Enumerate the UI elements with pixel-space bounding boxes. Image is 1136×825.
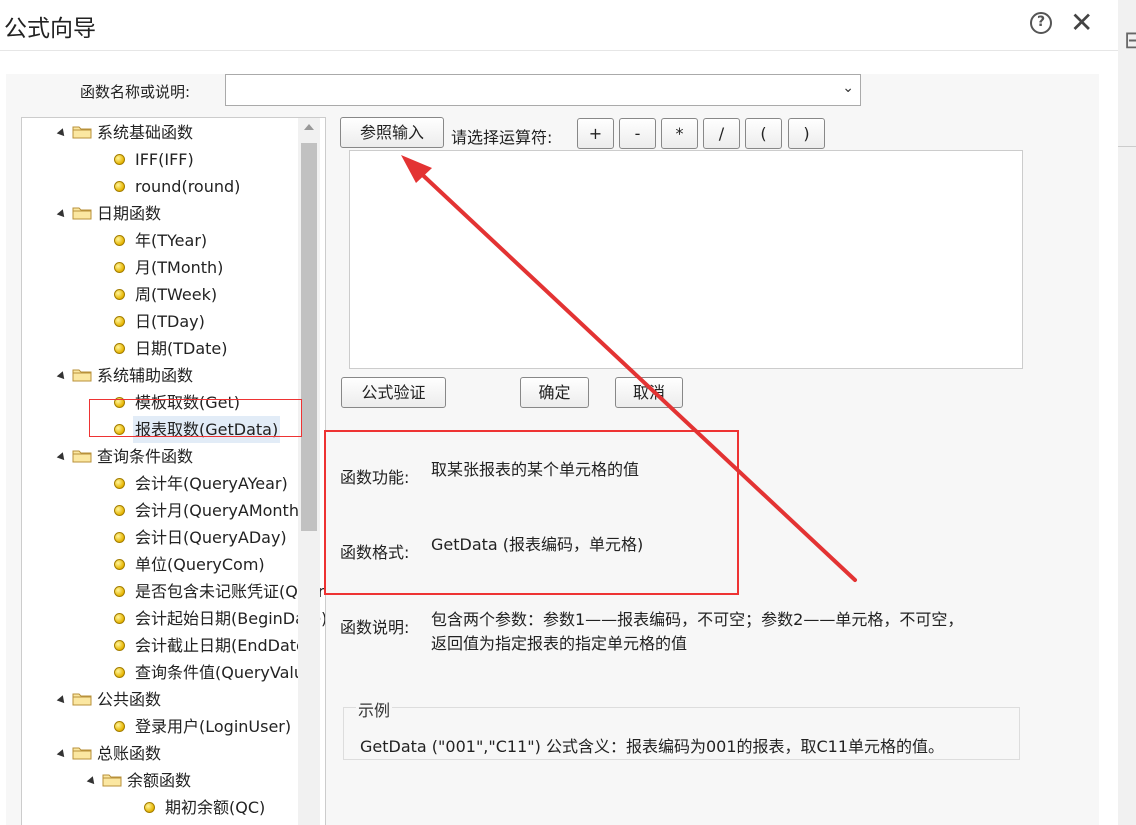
formula-wizard-dialog: 公式向导 ? ✕ 函数名称或说明: ⌄ 系统基础函数 IFF(IFF) round(… [0,0,1118,825]
annotation-arrow [401,155,857,582]
